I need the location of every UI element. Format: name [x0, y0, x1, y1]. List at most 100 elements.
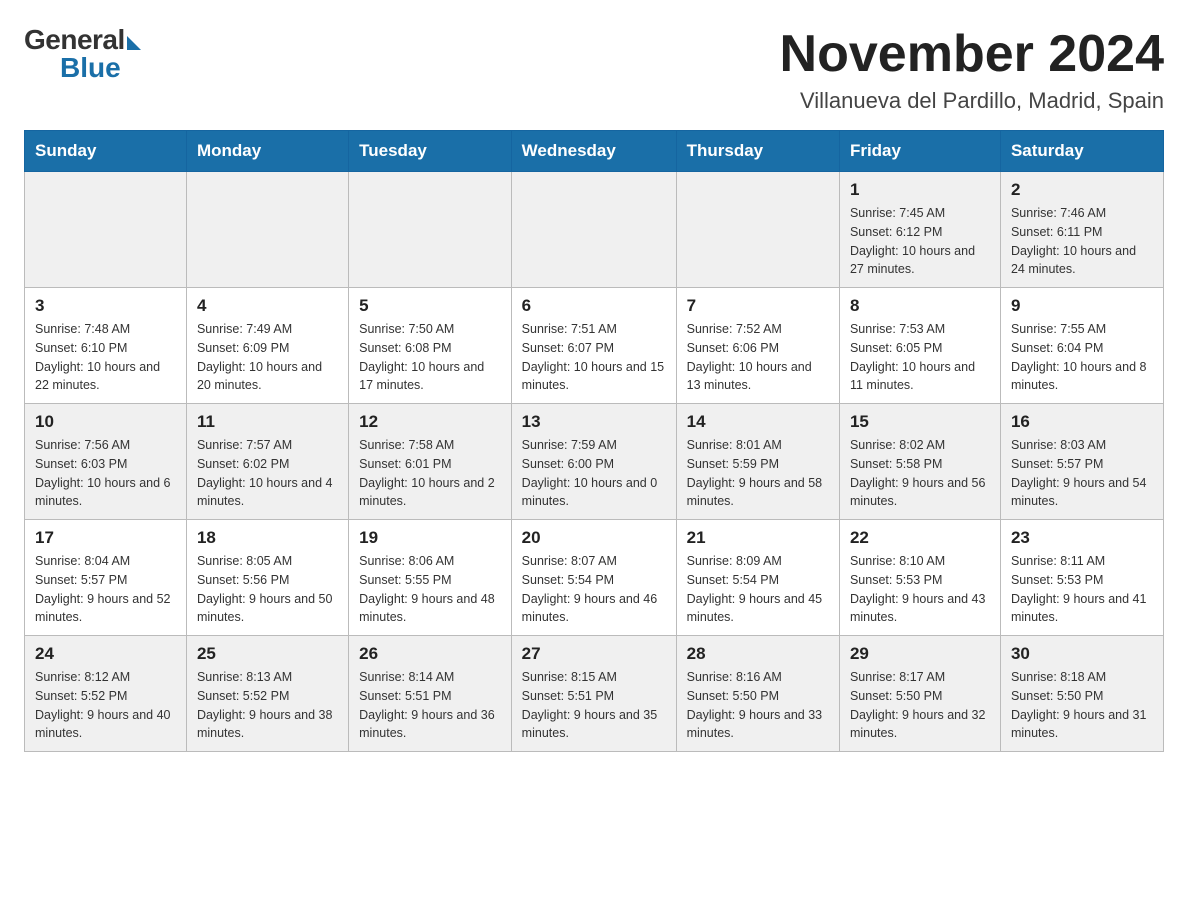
day-info: Sunrise: 8:11 AM Sunset: 5:53 PM Dayligh…	[1011, 552, 1153, 627]
day-info: Sunrise: 7:45 AM Sunset: 6:12 PM Dayligh…	[850, 204, 990, 279]
calendar-day: 6 Sunrise: 7:51 AM Sunset: 6:07 PM Daylig…	[511, 288, 676, 404]
calendar-day: 28 Sunrise: 8:16 AM Sunset: 5:50 PM Dayli…	[676, 636, 839, 752]
calendar-header-row: Sunday Monday Tuesday Wednesday Thursday…	[25, 131, 1164, 172]
day-number: 4	[197, 296, 338, 316]
calendar-day: 24 Sunrise: 8:12 AM Sunset: 5:52 PM Dayli…	[25, 636, 187, 752]
day-info: Sunrise: 8:01 AM Sunset: 5:59 PM Dayligh…	[687, 436, 829, 511]
day-info: Sunrise: 7:55 AM Sunset: 6:04 PM Dayligh…	[1011, 320, 1153, 395]
day-info: Sunrise: 8:03 AM Sunset: 5:57 PM Dayligh…	[1011, 436, 1153, 511]
day-number: 19	[359, 528, 501, 548]
day-info: Sunrise: 8:05 AM Sunset: 5:56 PM Dayligh…	[197, 552, 338, 627]
day-info: Sunrise: 7:59 AM Sunset: 6:00 PM Dayligh…	[522, 436, 666, 511]
day-number: 6	[522, 296, 666, 316]
calendar-day: 15Sunrise: 8:02 AM Sunset: 5:58 PM Dayli…	[839, 404, 1000, 520]
day-info: Sunrise: 7:46 AM Sunset: 6:11 PM Dayligh…	[1011, 204, 1153, 279]
day-info: Sunrise: 7:57 AM Sunset: 6:02 PM Dayligh…	[197, 436, 338, 511]
calendar-day: 29 Sunrise: 8:17 AM Sunset: 5:50 PM Dayli…	[839, 636, 1000, 752]
header-tuesday: Tuesday	[349, 131, 512, 172]
day-info: Sunrise: 8:09 AM Sunset: 5:54 PM Dayligh…	[687, 552, 829, 627]
title-section: November 2024 Villanueva del Pardillo, M…	[780, 24, 1164, 114]
calendar-day: 19 Sunrise: 8:06 AM Sunset: 5:55 PM Dayli…	[349, 520, 512, 636]
day-info: Sunrise: 7:51 AM Sunset: 6:07 PM Dayligh…	[522, 320, 666, 395]
calendar-day: 21 Sunrise: 8:09 AM Sunset: 5:54 PM Dayli…	[676, 520, 839, 636]
calendar-day: 3 Sunrise: 7:48 AM Sunset: 6:10 PM Daylig…	[25, 288, 187, 404]
day-number: 30	[1011, 644, 1153, 664]
day-info: Sunrise: 8:14 AM Sunset: 5:51 PM Dayligh…	[359, 668, 501, 743]
day-info: Sunrise: 8:13 AM Sunset: 5:52 PM Dayligh…	[197, 668, 338, 743]
calendar-week-3: 10 Sunrise: 7:56 AM Sunset: 6:03 PM Dayli…	[25, 404, 1164, 520]
day-info: Sunrise: 8:15 AM Sunset: 5:51 PM Dayligh…	[522, 668, 666, 743]
day-number: 8	[850, 296, 990, 316]
calendar-day: 20 Sunrise: 8:07 AM Sunset: 5:54 PM Dayli…	[511, 520, 676, 636]
day-number: 18	[197, 528, 338, 548]
day-number: 27	[522, 644, 666, 664]
calendar-day: 2 Sunrise: 7:46 AM Sunset: 6:11 PM Daylig…	[1000, 172, 1163, 288]
calendar-week-5: 24 Sunrise: 8:12 AM Sunset: 5:52 PM Dayli…	[25, 636, 1164, 752]
day-info: Sunrise: 7:48 AM Sunset: 6:10 PM Dayligh…	[35, 320, 176, 395]
calendar-day: 5 Sunrise: 7:50 AM Sunset: 6:08 PM Daylig…	[349, 288, 512, 404]
header-saturday: Saturday	[1000, 131, 1163, 172]
day-info: Sunrise: 8:04 AM Sunset: 5:57 PM Dayligh…	[35, 552, 176, 627]
day-info: Sunrise: 8:16 AM Sunset: 5:50 PM Dayligh…	[687, 668, 829, 743]
day-info: Sunrise: 8:07 AM Sunset: 5:54 PM Dayligh…	[522, 552, 666, 627]
day-info: Sunrise: 7:52 AM Sunset: 6:06 PM Dayligh…	[687, 320, 829, 395]
calendar-day: 23 Sunrise: 8:11 AM Sunset: 5:53 PM Dayli…	[1000, 520, 1163, 636]
day-number: 29	[850, 644, 990, 664]
day-number: 5	[359, 296, 501, 316]
calendar-table: Sunday Monday Tuesday Wednesday Thursday…	[24, 130, 1164, 752]
header-monday: Monday	[186, 131, 348, 172]
day-info: Sunrise: 8:10 AM Sunset: 5:53 PM Dayligh…	[850, 552, 990, 627]
day-number: 20	[522, 528, 666, 548]
day-number: 25	[197, 644, 338, 664]
day-info: Sunrise: 7:56 AM Sunset: 6:03 PM Dayligh…	[35, 436, 176, 511]
calendar-day: 17 Sunrise: 8:04 AM Sunset: 5:57 PM Dayli…	[25, 520, 187, 636]
day-number: 1	[850, 180, 990, 200]
day-info: Sunrise: 7:53 AM Sunset: 6:05 PM Dayligh…	[850, 320, 990, 395]
day-number: 24	[35, 644, 176, 664]
calendar-day: 1 Sunrise: 7:45 AM Sunset: 6:12 PM Daylig…	[839, 172, 1000, 288]
calendar-day: 13Sunrise: 7:59 AM Sunset: 6:00 PM Dayli…	[511, 404, 676, 520]
calendar-day: 18 Sunrise: 8:05 AM Sunset: 5:56 PM Dayli…	[186, 520, 348, 636]
day-info: Sunrise: 7:50 AM Sunset: 6:08 PM Dayligh…	[359, 320, 501, 395]
calendar-week-4: 17 Sunrise: 8:04 AM Sunset: 5:57 PM Dayli…	[25, 520, 1164, 636]
day-number: 7	[687, 296, 829, 316]
logo-arrow-icon	[127, 36, 141, 50]
calendar-day: 30 Sunrise: 8:18 AM Sunset: 5:50 PM Dayli…	[1000, 636, 1163, 752]
day-number: 28	[687, 644, 829, 664]
day-number: 22	[850, 528, 990, 548]
location-title: Villanueva del Pardillo, Madrid, Spain	[780, 88, 1164, 114]
calendar-day: 26Sunrise: 8:14 AM Sunset: 5:51 PM Dayli…	[349, 636, 512, 752]
calendar-day: 12 Sunrise: 7:58 AM Sunset: 6:01 PM Dayli…	[349, 404, 512, 520]
day-number: 17	[35, 528, 176, 548]
day-number: 11	[197, 412, 338, 432]
calendar-day: 10 Sunrise: 7:56 AM Sunset: 6:03 PM Dayli…	[25, 404, 187, 520]
day-number: 3	[35, 296, 176, 316]
day-info: Sunrise: 7:58 AM Sunset: 6:01 PM Dayligh…	[359, 436, 501, 511]
day-number: 15	[850, 412, 990, 432]
header-sunday: Sunday	[25, 131, 187, 172]
day-info: Sunrise: 8:06 AM Sunset: 5:55 PM Dayligh…	[359, 552, 501, 627]
day-number: 2	[1011, 180, 1153, 200]
calendar-day: 22 Sunrise: 8:10 AM Sunset: 5:53 PM Dayli…	[839, 520, 1000, 636]
month-title: November 2024	[780, 24, 1164, 84]
day-number: 16	[1011, 412, 1153, 432]
calendar-day: 11 Sunrise: 7:57 AM Sunset: 6:02 PM Dayli…	[186, 404, 348, 520]
day-info: Sunrise: 8:17 AM Sunset: 5:50 PM Dayligh…	[850, 668, 990, 743]
day-info: Sunrise: 8:12 AM Sunset: 5:52 PM Dayligh…	[35, 668, 176, 743]
calendar-day	[349, 172, 512, 288]
day-info: Sunrise: 8:18 AM Sunset: 5:50 PM Dayligh…	[1011, 668, 1153, 743]
calendar-day: 8 Sunrise: 7:53 AM Sunset: 6:05 PM Daylig…	[839, 288, 1000, 404]
day-number: 14	[687, 412, 829, 432]
calendar-week-1: 1 Sunrise: 7:45 AM Sunset: 6:12 PM Daylig…	[25, 172, 1164, 288]
logo: General Blue	[24, 24, 141, 84]
logo-blue-text: Blue	[60, 52, 121, 84]
calendar-day: 27 Sunrise: 8:15 AM Sunset: 5:51 PM Dayli…	[511, 636, 676, 752]
calendar-day: 4Sunrise: 7:49 AM Sunset: 6:09 PM Daylig…	[186, 288, 348, 404]
page-header: General Blue November 2024 Villanueva de…	[24, 24, 1164, 114]
day-number: 10	[35, 412, 176, 432]
day-number: 23	[1011, 528, 1153, 548]
day-number: 21	[687, 528, 829, 548]
header-friday: Friday	[839, 131, 1000, 172]
calendar-day: 25 Sunrise: 8:13 AM Sunset: 5:52 PM Dayli…	[186, 636, 348, 752]
day-number: 12	[359, 412, 501, 432]
